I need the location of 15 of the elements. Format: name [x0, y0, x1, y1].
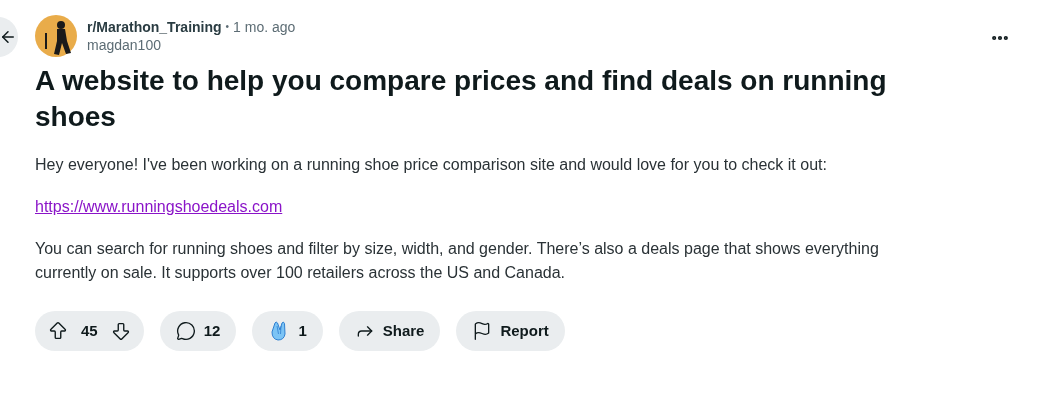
post-title: A website to help you compare prices and find deals on running shoes — [35, 64, 888, 134]
vote-count: 45 — [80, 320, 99, 341]
report-button[interactable]: Report — [456, 311, 565, 351]
community-name[interactable]: r/Marathon_Training — [87, 18, 222, 36]
share-button[interactable]: Share — [338, 311, 441, 351]
separator-dot: • — [225, 20, 230, 34]
post-age: 1 mo. ago — [233, 18, 296, 36]
author-name[interactable]: magdan100 — [87, 36, 296, 54]
speech-bubble-icon — [175, 321, 196, 341]
comments-button[interactable]: 12 — [159, 311, 237, 351]
body-paragraph: Hey everyone! I've been working on a running shoe price comparison site and would love for you to check it out: — [35, 155, 828, 175]
avatar-icon — [35, 15, 77, 57]
website-link[interactable]: https://www.runningshoedeals.com — [35, 195, 283, 219]
body-paragraph: You can search for running shoes and filter by size, width, and gender. There’s also a deals page that shows everything currently on sale. It supports over 100 retailers across the US and Canada. — [35, 239, 880, 283]
award-button[interactable]: 1 — [252, 311, 323, 351]
